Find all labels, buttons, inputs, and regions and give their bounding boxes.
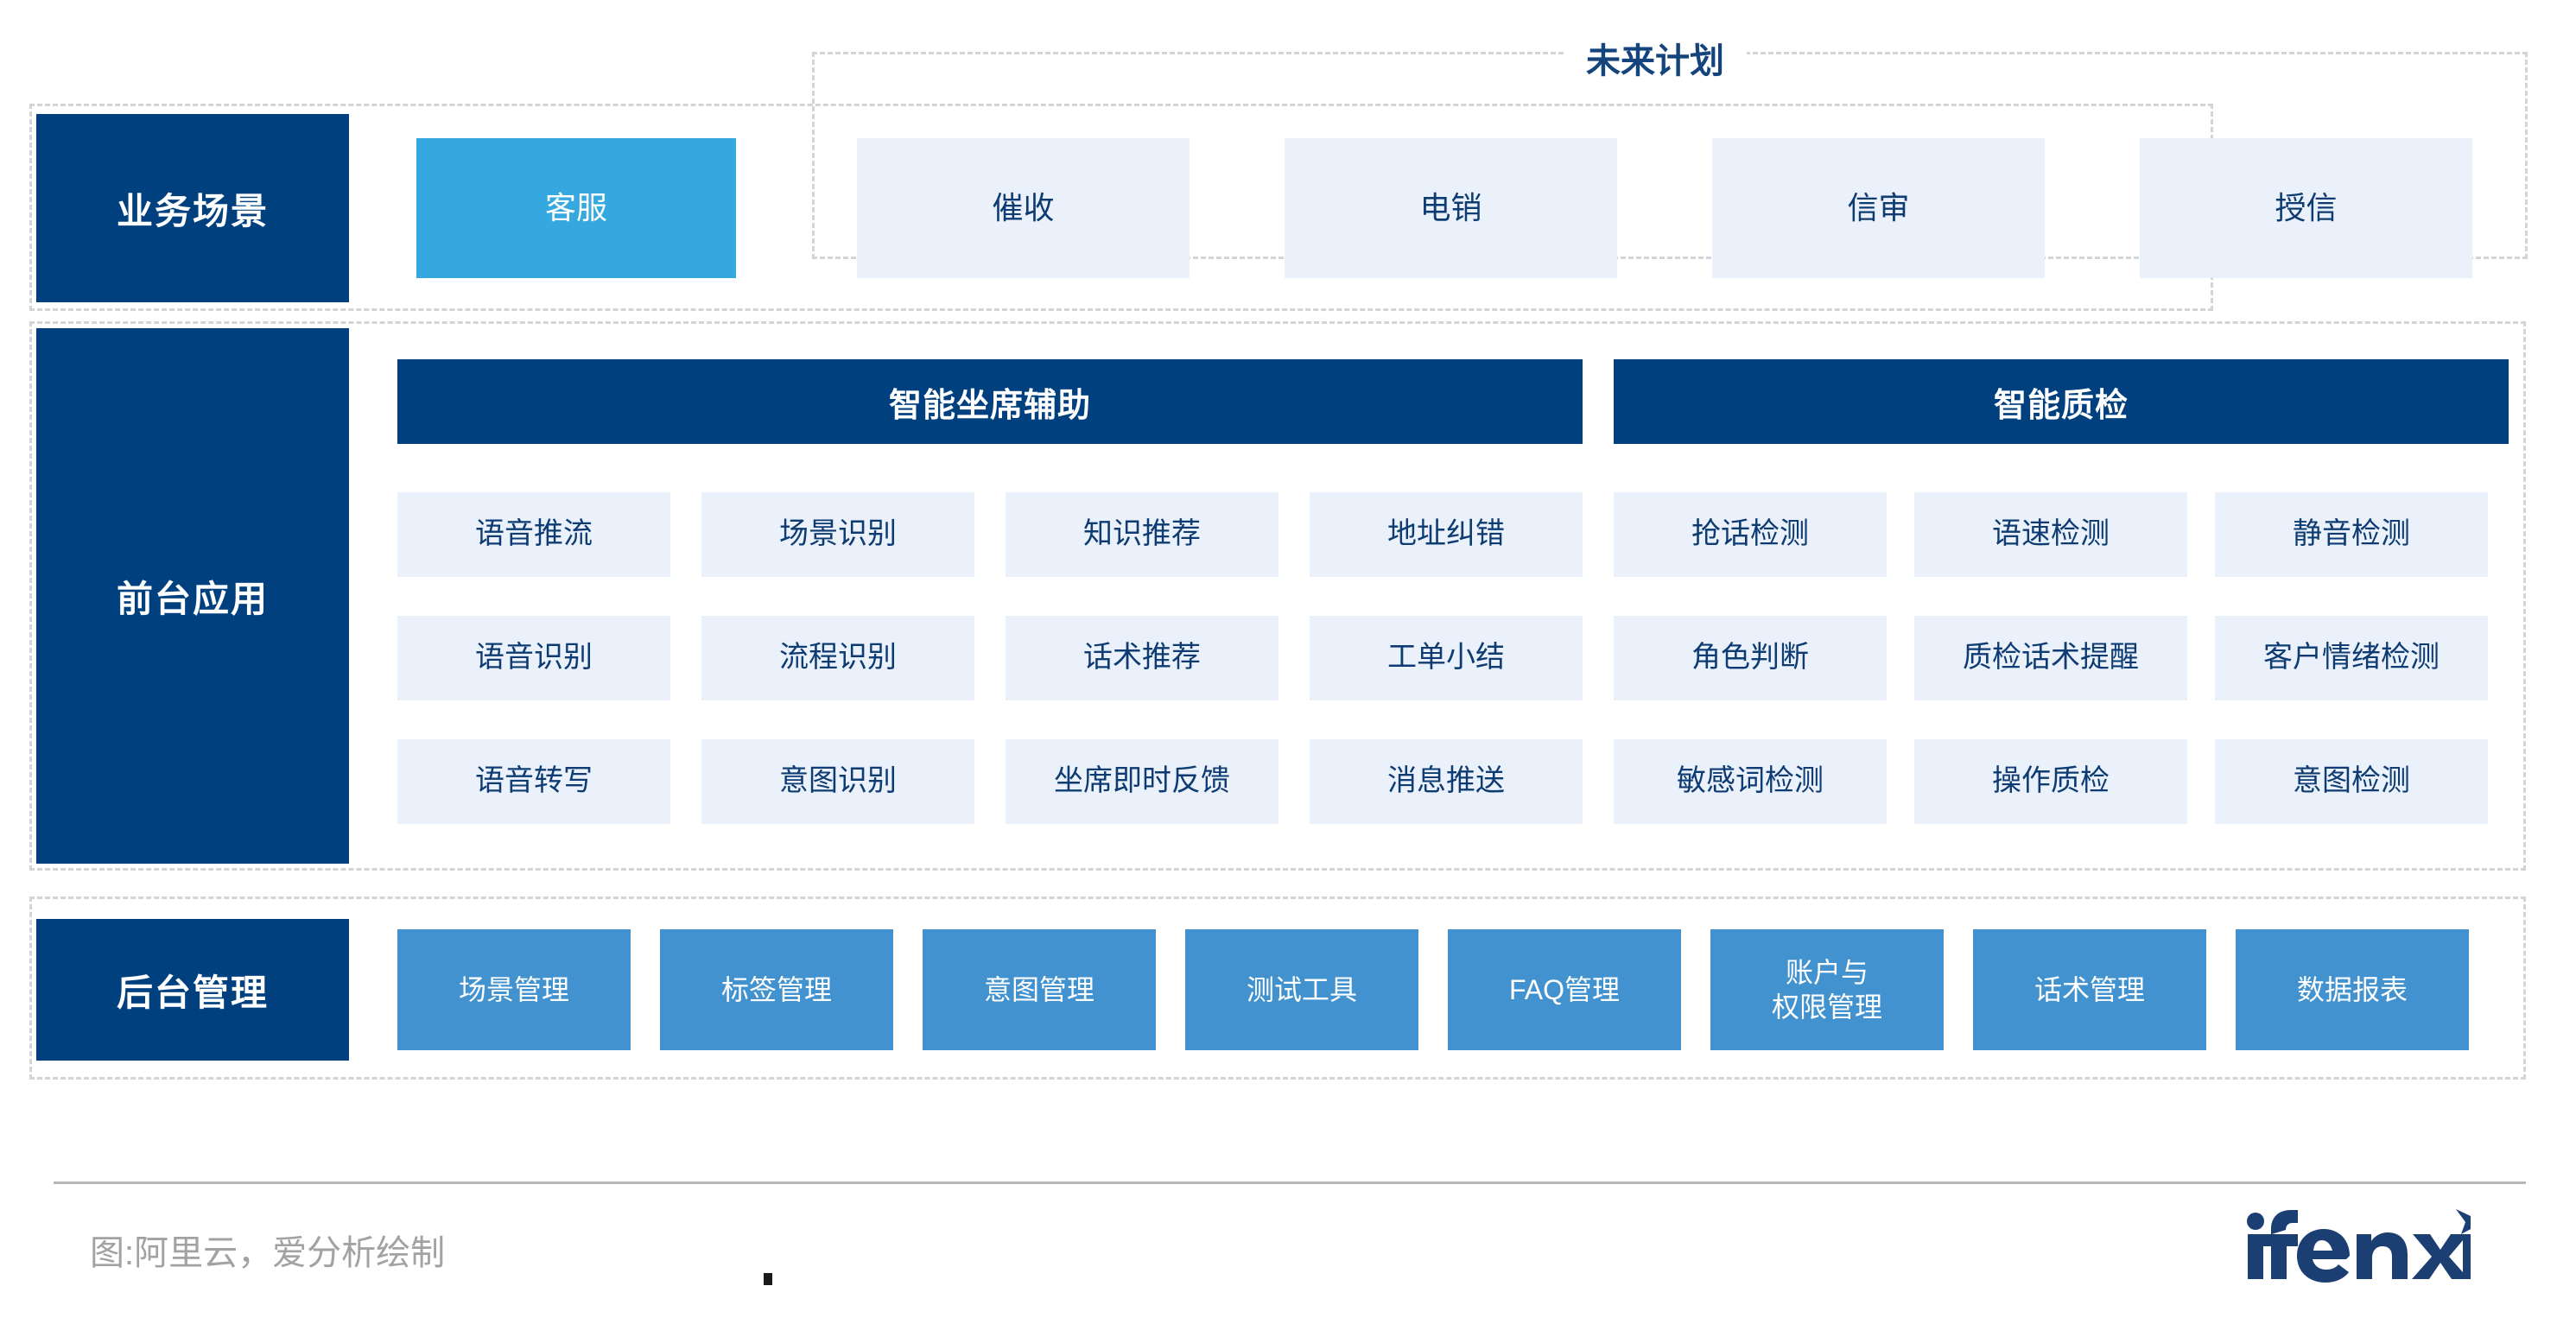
quality-tile-3[interactable]: 角色判断 xyxy=(1614,616,1887,700)
quality-tile-0-label: 抢话检测 xyxy=(1691,517,1809,551)
row-label-backend-management-text: 后台管理 xyxy=(116,972,269,1013)
scenario-tile-planned-1-label: 电销 xyxy=(1419,190,1482,226)
backend-tile-1-label: 标签管理 xyxy=(720,974,832,1005)
agent-assist-tile-11-label: 消息推送 xyxy=(1387,764,1505,798)
scenario-tile-planned-3-label: 授信 xyxy=(2275,190,2338,226)
agent-assist-tile-6-label: 话术推荐 xyxy=(1083,641,1201,675)
row-label-frontend-application-text: 前台应用 xyxy=(116,578,269,619)
agent-assist-tile-3[interactable]: 地址纠错 xyxy=(1310,492,1583,577)
backend-tile-6-label: 话术管理 xyxy=(2034,974,2145,1005)
quality-tile-7[interactable]: 操作质检 xyxy=(1914,739,2187,824)
backend-tile-3[interactable]: 测试工具 xyxy=(1185,929,1418,1050)
agent-assist-tile-0[interactable]: 语音推流 xyxy=(397,492,670,577)
agent-assist-tile-10-label: 坐席即时反馈 xyxy=(1054,764,1230,798)
scenario-tile-planned-0-label: 催收 xyxy=(992,190,1055,226)
footer-credit-text: 图:阿里云，爱分析绘制 xyxy=(90,1234,446,1272)
ifenxi-logo xyxy=(2246,1206,2471,1289)
footer-dot-marker xyxy=(764,1273,772,1285)
agent-assist-tile-7-label: 工单小结 xyxy=(1387,641,1505,675)
agent-assist-tile-1[interactable]: 场景识别 xyxy=(701,492,974,577)
scenario-tile-active-label: 客服 xyxy=(544,190,607,226)
quality-tile-4[interactable]: 质检话术提醒 xyxy=(1914,616,2187,700)
group-header-quality-inspection-text: 智能质检 xyxy=(1993,387,2129,424)
footer-divider xyxy=(54,1181,2526,1184)
quality-tile-3-label: 角色判断 xyxy=(1691,641,1809,675)
row-label-business-scenario: 业务场景 xyxy=(36,114,349,302)
agent-assist-tile-2-label: 知识推荐 xyxy=(1083,517,1201,551)
agent-assist-tile-3-label: 地址纠错 xyxy=(1387,517,1505,551)
quality-tile-5-label: 客户情绪检测 xyxy=(2263,641,2440,675)
scenario-tile-planned-0[interactable]: 催收 xyxy=(857,138,1190,278)
row-label-frontend-application: 前台应用 xyxy=(36,328,349,864)
agent-assist-tile-5-label: 流程识别 xyxy=(779,641,897,675)
agent-assist-tile-7[interactable]: 工单小结 xyxy=(1310,616,1583,700)
backend-tile-7-label: 数据报表 xyxy=(2296,974,2408,1005)
agent-assist-tile-4-label: 语音识别 xyxy=(475,641,593,675)
quality-tile-2[interactable]: 静音检测 xyxy=(2215,492,2488,577)
quality-tile-8-label: 意图检测 xyxy=(2293,764,2410,798)
quality-tile-5[interactable]: 客户情绪检测 xyxy=(2215,616,2488,700)
diagram-canvas: 未来计划 业务场景 客服 催收 电销 信审 授信 前台应用 智能坐席辅助 智能质… xyxy=(0,0,2576,1324)
quality-tile-0[interactable]: 抢话检测 xyxy=(1614,492,1887,577)
scenario-tile-planned-3[interactable]: 授信 xyxy=(2140,138,2472,278)
quality-tile-1[interactable]: 语速检测 xyxy=(1914,492,2187,577)
quality-tile-7-label: 操作质检 xyxy=(1992,764,2110,798)
row-label-backend-management: 后台管理 xyxy=(36,919,349,1061)
group-header-agent-assist: 智能坐席辅助 xyxy=(397,359,1583,444)
quality-tile-4-label: 质检话术提醒 xyxy=(1963,641,2139,675)
backend-tile-4-label: FAQ管理 xyxy=(1508,974,1621,1005)
agent-assist-tile-6[interactable]: 话术推荐 xyxy=(1006,616,1278,700)
agent-assist-tile-5[interactable]: 流程识别 xyxy=(701,616,974,700)
agent-assist-tile-2[interactable]: 知识推荐 xyxy=(1006,492,1278,577)
agent-assist-tile-4[interactable]: 语音识别 xyxy=(397,616,670,700)
backend-tile-6[interactable]: 话术管理 xyxy=(1973,929,2206,1050)
group-header-agent-assist-text: 智能坐席辅助 xyxy=(888,387,1091,424)
row-label-business-scenario-text: 业务场景 xyxy=(116,190,269,231)
agent-assist-tile-9-label: 意图识别 xyxy=(779,764,897,798)
agent-assist-tile-1-label: 场景识别 xyxy=(779,517,897,551)
quality-tile-8[interactable]: 意图检测 xyxy=(2215,739,2488,824)
backend-tile-1[interactable]: 标签管理 xyxy=(660,929,893,1050)
backend-tile-4[interactable]: FAQ管理 xyxy=(1448,929,1681,1050)
backend-tile-5-label: 账户与 权限管理 xyxy=(1771,957,1882,1023)
scenario-tile-planned-1[interactable]: 电销 xyxy=(1285,138,1617,278)
group-header-quality-inspection: 智能质检 xyxy=(1614,359,2509,444)
scenario-tile-active[interactable]: 客服 xyxy=(416,138,736,278)
backend-tile-0-label: 场景管理 xyxy=(458,974,569,1005)
agent-assist-tile-10[interactable]: 坐席即时反馈 xyxy=(1006,739,1278,824)
quality-tile-2-label: 静音检测 xyxy=(2293,517,2410,551)
backend-tile-2[interactable]: 意图管理 xyxy=(923,929,1156,1050)
backend-tile-2-label: 意图管理 xyxy=(983,974,1094,1005)
agent-assist-tile-11[interactable]: 消息推送 xyxy=(1310,739,1583,824)
scenario-tile-planned-2-label: 信审 xyxy=(1847,190,1910,226)
backend-tile-3-label: 测试工具 xyxy=(1246,974,1357,1005)
quality-tile-6-label: 敏感词检测 xyxy=(1677,764,1824,798)
backend-tile-5[interactable]: 账户与 权限管理 xyxy=(1710,929,1944,1050)
quality-tile-6[interactable]: 敏感词检测 xyxy=(1614,739,1887,824)
backend-tile-0[interactable]: 场景管理 xyxy=(397,929,631,1050)
future-plan-caption: 未来计划 xyxy=(1564,33,1747,83)
agent-assist-tile-0-label: 语音推流 xyxy=(475,517,593,551)
scenario-tile-planned-2[interactable]: 信审 xyxy=(1712,138,2045,278)
agent-assist-tile-8-label: 语音转写 xyxy=(475,764,593,798)
quality-tile-1-label: 语速检测 xyxy=(1992,517,2110,551)
agent-assist-tile-8[interactable]: 语音转写 xyxy=(397,739,670,824)
backend-tile-7[interactable]: 数据报表 xyxy=(2236,929,2469,1050)
agent-assist-tile-9[interactable]: 意图识别 xyxy=(701,739,974,824)
